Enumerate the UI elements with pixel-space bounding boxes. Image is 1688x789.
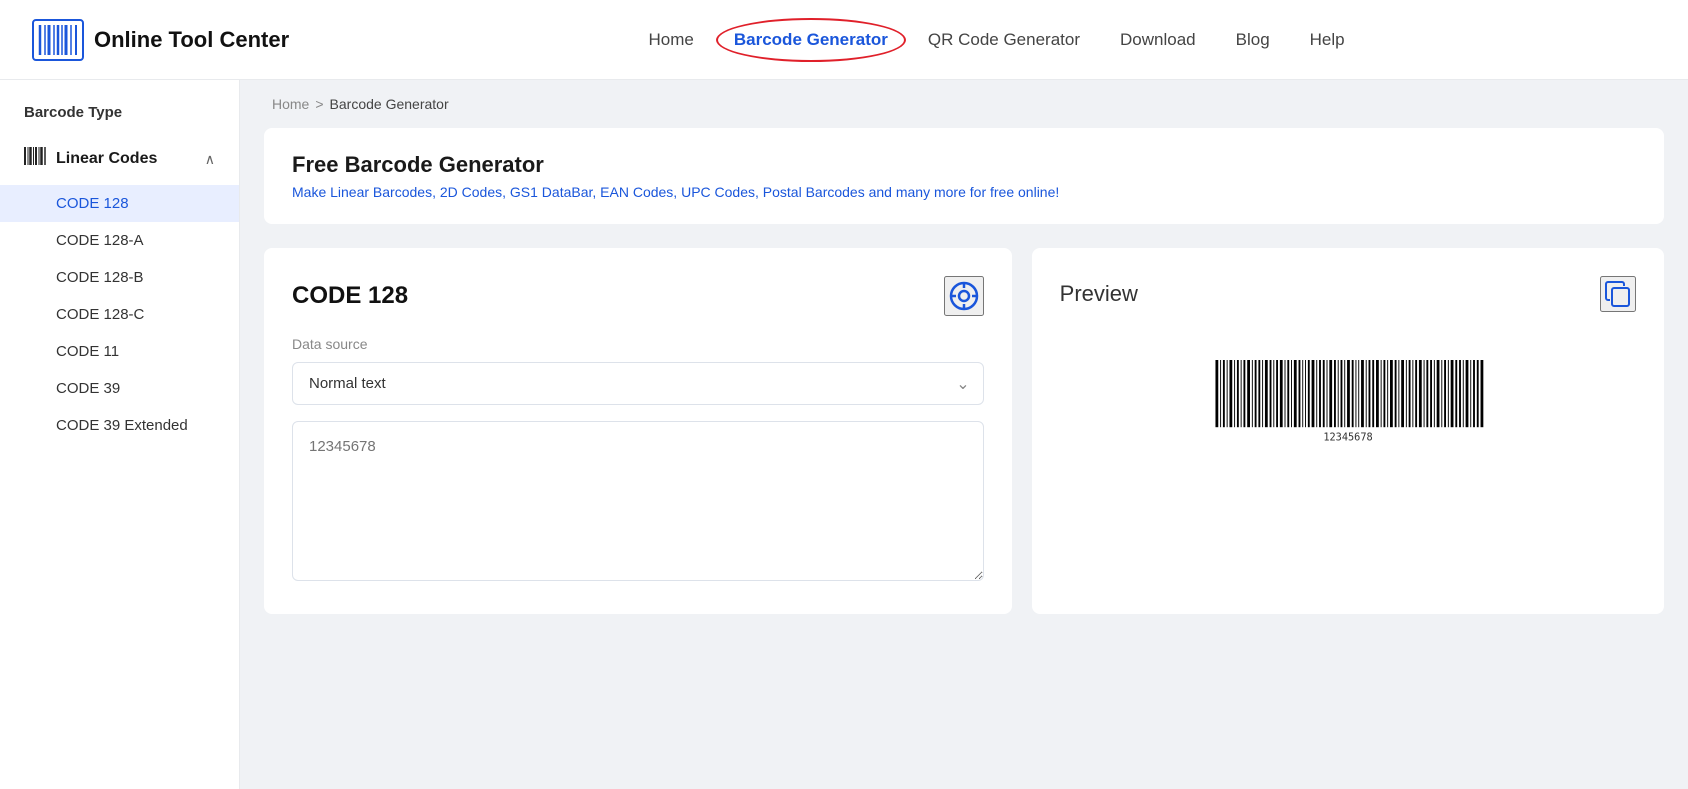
header: Online Tool Center Home Barcode Generato… bbox=[0, 0, 1688, 80]
logo-text: Online Tool Center bbox=[94, 27, 289, 53]
preview-title: Preview bbox=[1060, 281, 1138, 307]
copy-icon bbox=[1603, 279, 1633, 309]
sidebar-item-code39ext[interactable]: CODE 39 Extended bbox=[0, 407, 239, 444]
form-card: CODE 128 Data source bbox=[264, 248, 1012, 614]
page-title: Free Barcode Generator bbox=[292, 152, 1636, 178]
copy-button[interactable] bbox=[1600, 276, 1636, 312]
sidebar-title: Barcode Type bbox=[0, 104, 239, 137]
breadcrumb: Home > Barcode Generator bbox=[240, 80, 1688, 128]
content-area: Home > Barcode Generator Free Barcode Ge… bbox=[240, 80, 1688, 789]
data-source-select-wrapper: Normal text Hex data Base64 data ⌄ bbox=[292, 362, 984, 405]
page-info-card: Free Barcode Generator Make Linear Barco… bbox=[264, 128, 1664, 224]
nav-blog[interactable]: Blog bbox=[1236, 30, 1270, 50]
chevron-up-icon: ∧ bbox=[205, 151, 215, 168]
sidebar-item-code128a[interactable]: CODE 128-A bbox=[0, 222, 239, 259]
main-layout: Barcode Type Linear Codes ∧ CODE 128 COD… bbox=[0, 80, 1688, 789]
barcode-preview-area: 12345678 bbox=[1060, 336, 1636, 468]
nav-download[interactable]: Download bbox=[1120, 30, 1196, 50]
main-nav: Home Barcode Generator QR Code Generator… bbox=[337, 30, 1656, 50]
sidebar-item-list: CODE 128 CODE 128-A CODE 128-B CODE 128-… bbox=[0, 181, 239, 448]
barcode-value-label: 12345678 bbox=[1323, 431, 1372, 443]
logo-icon bbox=[32, 19, 84, 61]
nav-home[interactable]: Home bbox=[649, 30, 694, 50]
breadcrumb-separator: > bbox=[315, 96, 323, 112]
preview-card-header: Preview bbox=[1060, 276, 1636, 312]
logo-area: Online Tool Center bbox=[32, 19, 289, 61]
breadcrumb-current: Barcode Generator bbox=[330, 96, 449, 112]
sidebar-category-label: Linear Codes bbox=[56, 150, 157, 168]
sidebar-item-code128[interactable]: CODE 128 bbox=[0, 185, 239, 222]
settings-button[interactable] bbox=[944, 276, 984, 316]
nav-help[interactable]: Help bbox=[1310, 30, 1345, 50]
barcode-small-icon bbox=[24, 147, 46, 171]
barcode-data-input[interactable] bbox=[292, 421, 984, 581]
form-card-title: CODE 128 bbox=[292, 282, 408, 310]
generator-layout: CODE 128 Data source bbox=[264, 248, 1664, 614]
data-source-select[interactable]: Normal text Hex data Base64 data bbox=[292, 362, 984, 405]
form-card-header: CODE 128 bbox=[292, 276, 984, 316]
sidebar: Barcode Type Linear Codes ∧ CODE 128 COD… bbox=[0, 80, 240, 789]
data-source-label: Data source bbox=[292, 336, 984, 352]
sidebar-item-code11[interactable]: CODE 11 bbox=[0, 333, 239, 370]
sidebar-item-code39[interactable]: CODE 39 bbox=[0, 370, 239, 407]
nav-qr-code[interactable]: QR Code Generator bbox=[928, 30, 1080, 50]
sidebar-item-code128b[interactable]: CODE 128-B bbox=[0, 259, 239, 296]
preview-card: Preview bbox=[1032, 248, 1664, 614]
settings-icon bbox=[948, 280, 980, 312]
sidebar-item-code128c[interactable]: CODE 128-C bbox=[0, 296, 239, 333]
nav-barcode-generator[interactable]: Barcode Generator bbox=[734, 30, 888, 50]
barcode-preview-image: 12345678 bbox=[1208, 352, 1488, 452]
page-subtitle: Make Linear Barcodes, 2D Codes, GS1 Data… bbox=[292, 184, 1636, 200]
breadcrumb-home[interactable]: Home bbox=[272, 96, 309, 112]
sidebar-category-linear[interactable]: Linear Codes ∧ bbox=[0, 137, 239, 181]
